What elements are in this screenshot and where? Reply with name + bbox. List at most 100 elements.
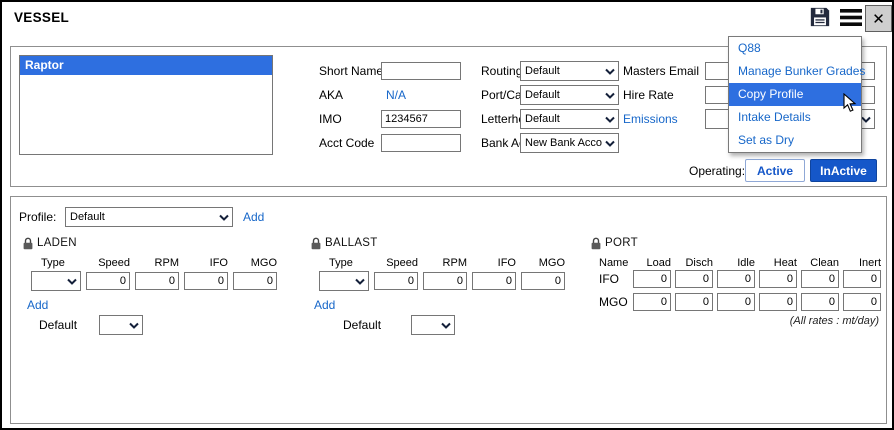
menu-button[interactable]: [839, 9, 863, 30]
port-header-load: Load: [633, 257, 671, 269]
port-canal-select[interactable]: Default: [520, 85, 619, 105]
aka-label: AKA: [319, 85, 343, 105]
acct-code-input[interactable]: [381, 134, 461, 152]
port-ifo-clean-input[interactable]: [801, 270, 839, 288]
laden-header-rpm: RPM: [135, 257, 179, 269]
list-item[interactable]: Raptor: [20, 56, 272, 75]
save-icon: [809, 6, 831, 33]
page-title: VESSEL: [14, 10, 69, 25]
vessel-actions-menu: Q88 Manage Bunker Grades Copy Profile In…: [728, 36, 862, 153]
port-ifo-inert-input[interactable]: [843, 270, 881, 288]
imo-input[interactable]: [381, 110, 461, 128]
hamburger-menu-icon: [840, 8, 862, 32]
laden-ifo-input[interactable]: [184, 272, 228, 290]
close-button[interactable]: ✕: [865, 5, 892, 32]
inactive-button[interactable]: InActive: [810, 159, 877, 182]
laden-rpm-input[interactable]: [135, 272, 179, 290]
laden-default-label: Default: [39, 315, 77, 335]
laden-header-ifo: IFO: [184, 257, 228, 269]
routing-select[interactable]: Default: [520, 61, 619, 81]
port-mgo-idle-input[interactable]: [717, 293, 755, 311]
port-header-name: Name: [599, 257, 629, 269]
port-header-idle: Idle: [717, 257, 755, 269]
consumption-panel: Profile: Default Add LADEN Type Speed RP…: [10, 196, 887, 424]
laden-section-title: LADEN: [37, 237, 77, 249]
laden-header-mgo: MGO: [233, 257, 277, 269]
menu-item-copy-profile[interactable]: Copy Profile: [729, 83, 861, 106]
port-row-label-ifo: IFO: [599, 269, 629, 289]
operating-label: Operating:: [689, 161, 745, 181]
laden-header-speed: Speed: [86, 257, 130, 269]
profile-add-link[interactable]: Add: [243, 207, 264, 227]
short-name-label: Short Name: [319, 61, 383, 81]
routing-label: Routing: [481, 61, 522, 81]
lock-icon[interactable]: [23, 237, 33, 255]
laden-mgo-input[interactable]: [233, 272, 277, 290]
ballast-header-type: Type: [319, 257, 369, 269]
port-mgo-inert-input[interactable]: [843, 293, 881, 311]
chevron-down-icon: [605, 140, 615, 147]
masters-email-label: Masters Email: [623, 61, 699, 81]
chevron-down-icon: [355, 278, 365, 285]
ballast-header-rpm: RPM: [423, 257, 467, 269]
chevron-down-icon: [605, 92, 615, 99]
imo-label: IMO: [319, 109, 342, 129]
port-mgo-load-input[interactable]: [633, 293, 671, 311]
ballast-section-title: BALLAST: [325, 237, 378, 249]
port-rates-note: (All rates : mt/day): [651, 315, 879, 327]
port-mgo-clean-input[interactable]: [801, 293, 839, 311]
ballast-rpm-input[interactable]: [423, 272, 467, 290]
aka-value-link[interactable]: N/A: [386, 85, 406, 105]
short-name-input[interactable]: [381, 62, 461, 80]
port-header-disch: Disch: [675, 257, 713, 269]
port-mgo-disch-input[interactable]: [675, 293, 713, 311]
port-ifo-disch-input[interactable]: [675, 270, 713, 288]
ballast-default-label: Default: [343, 315, 381, 335]
port-ifo-idle-input[interactable]: [717, 270, 755, 288]
chevron-down-icon: [605, 116, 615, 123]
port-ifo-heat-input[interactable]: [759, 270, 797, 288]
save-button[interactable]: [808, 7, 832, 31]
menu-item-q88[interactable]: Q88: [729, 37, 861, 60]
ballast-add-link[interactable]: Add: [314, 295, 335, 315]
chevron-down-icon: [129, 322, 139, 329]
laden-type-select[interactable]: [31, 271, 81, 291]
port-ifo-load-input[interactable]: [633, 270, 671, 288]
laden-add-link[interactable]: Add: [27, 295, 48, 315]
lock-icon[interactable]: [591, 237, 601, 255]
emissions-link[interactable]: Emissions: [623, 109, 678, 129]
chevron-down-icon: [861, 116, 871, 123]
vessel-dialog: VESSEL ✕ Raptor: [0, 0, 894, 430]
ballast-speed-input[interactable]: [374, 272, 418, 290]
port-mgo-heat-input[interactable]: [759, 293, 797, 311]
port-header-heat: Heat: [759, 257, 797, 269]
profile-select[interactable]: Default: [65, 207, 233, 227]
bank-acct-select[interactable]: New Bank Account: [520, 133, 619, 153]
menu-item-manage-bunker-grades[interactable]: Manage Bunker Grades: [729, 60, 861, 83]
letterhead-select[interactable]: Default: [520, 109, 619, 129]
ballast-type-select[interactable]: [319, 271, 369, 291]
ballast-mgo-input[interactable]: [521, 272, 565, 290]
lock-icon[interactable]: [311, 237, 321, 255]
profile-label: Profile:: [19, 207, 56, 227]
laden-speed-input[interactable]: [86, 272, 130, 290]
ballast-header-speed: Speed: [374, 257, 418, 269]
port-section-title: PORT: [605, 237, 638, 249]
port-row-label-mgo: MGO: [599, 292, 629, 312]
ballast-default-select[interactable]: [411, 315, 455, 335]
chevron-down-icon: [605, 68, 615, 75]
vessel-list[interactable]: Raptor: [19, 55, 273, 155]
laden-default-select[interactable]: [99, 315, 143, 335]
acct-code-label: Acct Code: [319, 133, 374, 153]
chevron-down-icon: [67, 278, 77, 285]
ballast-header-ifo: IFO: [472, 257, 516, 269]
mouse-cursor-icon: [843, 93, 857, 118]
close-icon: ✕: [872, 10, 885, 28]
port-header-clean: Clean: [801, 257, 839, 269]
menu-item-intake-details[interactable]: Intake Details: [729, 106, 861, 129]
chevron-down-icon: [219, 214, 229, 221]
chevron-down-icon: [441, 322, 451, 329]
ballast-ifo-input[interactable]: [472, 272, 516, 290]
active-button[interactable]: Active: [745, 159, 805, 182]
menu-item-set-as-dry[interactable]: Set as Dry: [729, 129, 861, 152]
